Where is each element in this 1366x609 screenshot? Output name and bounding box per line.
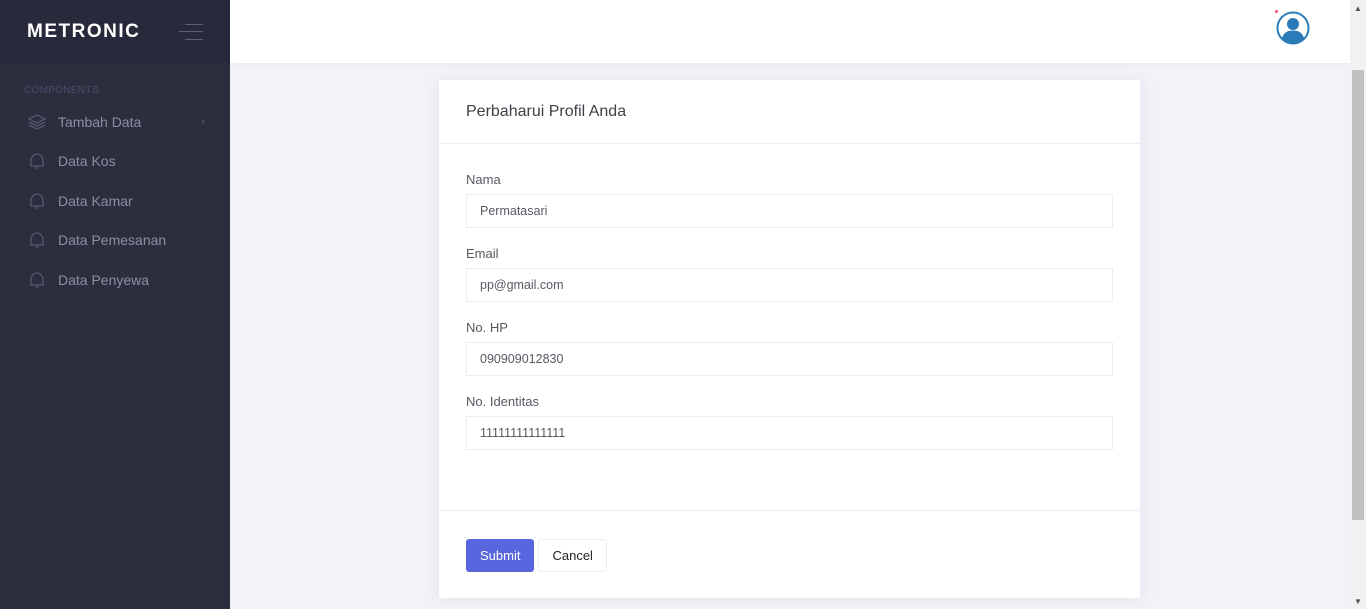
sidebar-item-label: Tambah Data xyxy=(58,113,142,130)
sidebar-item-label: Data Kamar xyxy=(58,192,133,209)
nama-input[interactable] xyxy=(466,194,1113,228)
sidebar-toggle-button[interactable] xyxy=(179,23,203,40)
hamburger-line xyxy=(185,38,203,40)
email-input[interactable] xyxy=(466,268,1113,302)
card-title: Perbaharui Profil Anda xyxy=(466,102,627,120)
brand-logo[interactable]: METRONIC xyxy=(27,21,140,43)
cancel-button[interactable]: Cancel xyxy=(538,539,607,572)
hamburger-line xyxy=(179,31,203,32)
no-identitas-input[interactable] xyxy=(466,416,1113,450)
menu-section-title: COMPONENTS xyxy=(24,85,99,96)
card-header: Perbaharui Profil Anda xyxy=(439,80,1140,144)
card-footer: Submit Cancel xyxy=(439,511,1140,600)
sidebar-item-label: Data Pemesanan xyxy=(58,232,167,249)
form-group-email: Email xyxy=(466,246,1113,302)
profile-form-card: Perbaharui Profil Anda Nama Email No. HP… xyxy=(439,80,1140,598)
app-root: METRONIC COMPONENTS Tambah Data › Data K… xyxy=(0,0,1366,609)
submit-button[interactable]: Submit xyxy=(466,539,535,572)
top-header xyxy=(230,0,1350,63)
sidebar-item-tambah-data[interactable]: Tambah Data › xyxy=(0,102,230,142)
sidebar-item-label: Data Penyewa xyxy=(58,271,150,288)
page-scrollbar[interactable]: ▲ ▼ xyxy=(1350,0,1366,609)
sidebar-menu: Tambah Data › Data Kos Data Kamar Data P… xyxy=(0,102,230,300)
form-group-no-identitas: No. Identitas xyxy=(466,394,1113,450)
bell-icon xyxy=(27,270,47,290)
nama-label: Nama xyxy=(466,172,501,187)
sidebar-brand: METRONIC xyxy=(0,0,230,63)
no-hp-input[interactable] xyxy=(466,342,1113,376)
sidebar-item-data-kos[interactable]: Data Kos xyxy=(0,142,230,182)
chevron-right-icon: › xyxy=(201,115,205,128)
sidebar-item-data-penyewa[interactable]: Data Penyewa xyxy=(0,260,230,300)
scrollbar-thumb[interactable] xyxy=(1352,70,1364,520)
email-label: Email xyxy=(466,246,499,261)
sidebar-item-label: Data Kos xyxy=(58,153,116,170)
form-group-no-hp: No. HP xyxy=(466,320,1113,376)
no-identitas-label: No. Identitas xyxy=(466,394,539,409)
sidebar-item-data-pemesanan[interactable]: Data Pemesanan xyxy=(0,221,230,261)
layers-icon xyxy=(27,112,47,132)
sidebar: METRONIC COMPONENTS Tambah Data › Data K… xyxy=(0,0,230,609)
profile-form: Nama Email No. HP No. Identitas xyxy=(439,144,1140,511)
user-avatar-icon[interactable] xyxy=(1276,11,1310,45)
scroll-up-icon[interactable]: ▲ xyxy=(1350,0,1366,16)
bell-icon xyxy=(27,191,47,211)
bell-icon xyxy=(27,230,47,250)
hamburger-line xyxy=(185,23,203,25)
sidebar-item-data-kamar[interactable]: Data Kamar xyxy=(0,181,230,221)
form-group-nama: Nama xyxy=(466,172,1113,228)
bell-icon xyxy=(27,151,47,171)
no-hp-label: No. HP xyxy=(466,320,508,335)
scroll-down-icon[interactable]: ▼ xyxy=(1350,593,1366,609)
